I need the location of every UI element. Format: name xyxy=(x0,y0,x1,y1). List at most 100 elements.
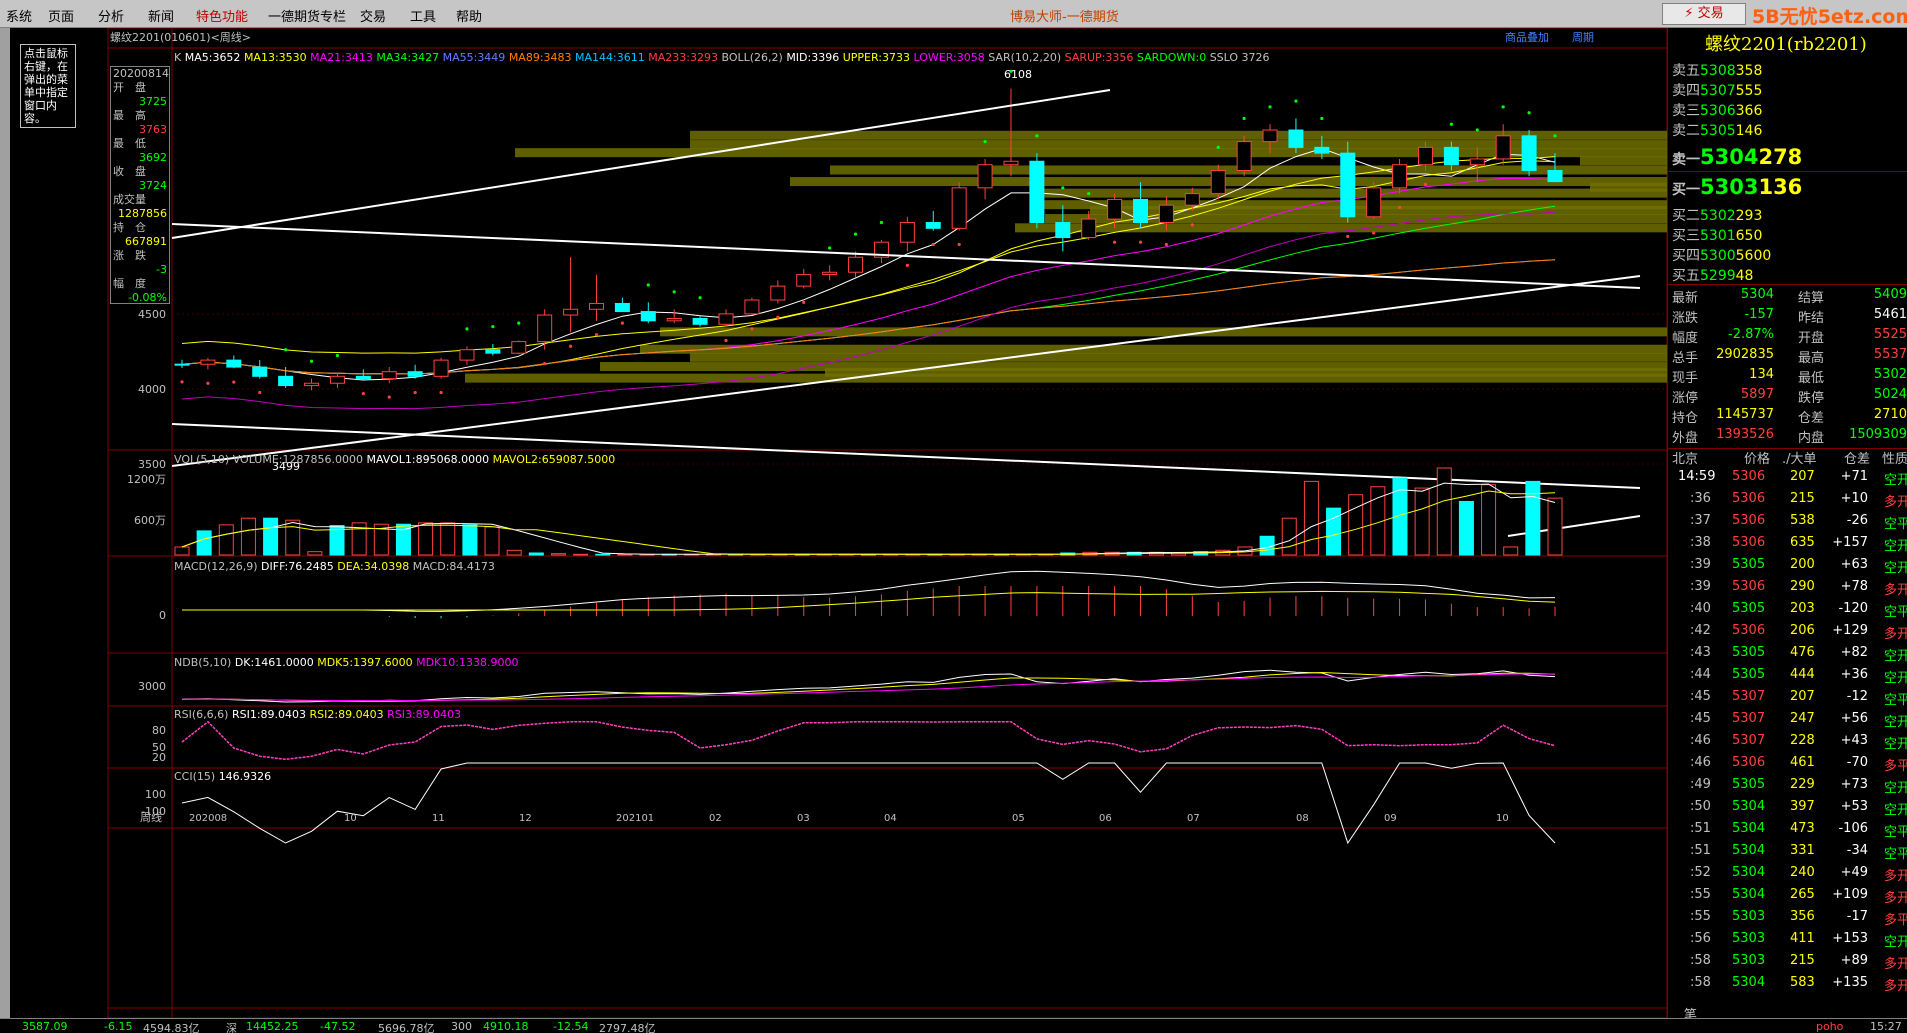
menu-item-7[interactable]: 工具 xyxy=(410,6,436,25)
bid-row: 买五529948 xyxy=(1672,265,1907,284)
cell: 5304 xyxy=(1700,145,1759,169)
cell: :46 xyxy=(1690,733,1711,748)
bid-row: 买三5301650 xyxy=(1672,225,1907,244)
sar-dot xyxy=(957,242,961,247)
menu-item-4[interactable]: 特色功能 xyxy=(196,6,248,25)
sar-dot xyxy=(1113,240,1117,244)
cell: -2.87% xyxy=(1728,327,1774,342)
time-axis-label: 12 xyxy=(519,813,532,824)
rsi-indicator-line: RSI(6,6,6) RSI1:89.0403 RSI2:89.0403 RSI… xyxy=(174,708,461,721)
cell: 134 xyxy=(1749,367,1774,382)
indicator-value: MA55:3449 xyxy=(443,51,509,64)
candle-body xyxy=(1469,158,1485,166)
sar-dot xyxy=(1475,128,1479,132)
cell: +153 xyxy=(1832,931,1868,946)
cell: +73 xyxy=(1840,777,1868,792)
ask-row: 卖三5306366 xyxy=(1672,100,1907,119)
cell: 5302 xyxy=(1700,208,1736,224)
volume-bar xyxy=(263,517,279,556)
stat-row: 涨跌 -157 昨结 5461 xyxy=(1672,307,1907,327)
cell: :42 xyxy=(1690,623,1711,638)
sar-dot xyxy=(828,246,832,250)
indicator-value: RSI2:89.0403 xyxy=(310,708,388,721)
menu-item-5[interactable]: 一德期货专栏 xyxy=(268,6,346,25)
indicator-value: VOLUME:1287856.0000 xyxy=(233,453,367,466)
candle-body xyxy=(1521,135,1537,171)
sar-dot xyxy=(750,327,754,331)
candle-body xyxy=(563,308,579,316)
sar-dot xyxy=(1423,182,1428,186)
cell: 空开 xyxy=(1884,649,1907,664)
tick-row: :39 5306 290 +78 多开 xyxy=(1672,579,1907,601)
cell: 5306 xyxy=(1732,623,1766,638)
cell: 5304 xyxy=(1740,287,1774,302)
sar-dot xyxy=(1553,134,1557,138)
sar-dot xyxy=(1397,205,1402,210)
cell: 5306 xyxy=(1732,469,1766,484)
menu-item-6[interactable]: 交易 xyxy=(360,6,386,25)
candle-body xyxy=(1081,218,1097,239)
cell: 5303 xyxy=(1732,953,1766,968)
tick-row: :44 5305 444 +36 空开 xyxy=(1672,667,1907,689)
dea-line xyxy=(182,590,1556,611)
cell: 293 xyxy=(1735,208,1763,224)
cell: +109 xyxy=(1832,887,1868,902)
indicator-value: MID:3396 xyxy=(786,51,842,64)
candle-body xyxy=(1184,193,1200,206)
status-item: 3587.09 xyxy=(22,1020,68,1033)
info-label: 开 盘 xyxy=(113,81,146,94)
ndb-axis-label: 3000 xyxy=(138,680,166,693)
cell: 5461 xyxy=(1873,307,1907,322)
panel-divider xyxy=(1668,284,1907,285)
cell: 现手 xyxy=(1672,371,1699,386)
sar-dot xyxy=(1087,192,1091,196)
cell: 5304 xyxy=(1732,865,1766,880)
indicator-value: MACD:84.4173 xyxy=(413,560,495,573)
indicator-value: MA89:3483 xyxy=(509,51,575,64)
candle-body xyxy=(1547,170,1563,183)
volume-bar xyxy=(595,553,611,556)
trade-button[interactable]: ⚡ 交易 xyxy=(1662,3,1746,25)
status-item: poho xyxy=(1816,1020,1844,1033)
menu-item-0[interactable]: 系统 xyxy=(6,6,32,25)
cell: 331 xyxy=(1790,843,1815,858)
cell: 空开 xyxy=(1884,561,1907,576)
menu-item-3[interactable]: 新闻 xyxy=(148,6,174,25)
cell: 366 xyxy=(1735,103,1763,119)
info-label: 涨 跌 xyxy=(113,249,146,262)
cell: 650 xyxy=(1735,228,1763,244)
volume-profile-bar xyxy=(1580,156,1667,166)
cell: 总手 xyxy=(1672,351,1699,366)
macd-axis-label: 0 xyxy=(159,609,166,622)
menu-item-1[interactable]: 页面 xyxy=(48,6,74,25)
kline-chart[interactable]: 4500 4000 3500 螺纹2201(010601)<周线> 商品叠加 周期 K MA… xyxy=(0,28,1667,1018)
cell: 240 xyxy=(1790,865,1815,880)
volume-profile-bar xyxy=(660,327,1667,337)
cell: :49 xyxy=(1690,777,1711,792)
volume-bar xyxy=(418,522,434,556)
cell: 215 xyxy=(1790,491,1815,506)
cell: +36 xyxy=(1840,667,1868,682)
bid-row: 买四53005600 xyxy=(1672,245,1907,264)
sar-dot xyxy=(905,263,909,267)
candle-body xyxy=(1495,135,1511,160)
candle-body xyxy=(1158,204,1174,224)
candle-body xyxy=(718,313,734,325)
cell: :51 xyxy=(1690,843,1711,858)
cell: :46 xyxy=(1690,755,1711,770)
time-axis-label: 02 xyxy=(709,813,722,824)
ask-row: 卖五5308358 xyxy=(1672,60,1907,79)
indicator-value: MA13:3530 xyxy=(244,51,310,64)
menu-item-8[interactable]: 帮助 xyxy=(456,6,482,25)
candle-body xyxy=(200,359,216,365)
ndb-indicator-line: NDB(5,10) DK:1461.0000 MDK5:1397.6000 MD… xyxy=(174,656,518,669)
tick-row: :43 5305 476 +82 空开 xyxy=(1672,645,1907,667)
candle-body xyxy=(770,285,786,301)
cell: 多开 xyxy=(1884,583,1907,598)
cell: 5307 xyxy=(1732,733,1766,748)
volume-bar xyxy=(307,551,323,556)
menu-item-2[interactable]: 分析 xyxy=(98,6,124,25)
sar-dot xyxy=(232,380,236,384)
cell: 215 xyxy=(1790,953,1815,968)
volume-bar xyxy=(174,546,190,556)
